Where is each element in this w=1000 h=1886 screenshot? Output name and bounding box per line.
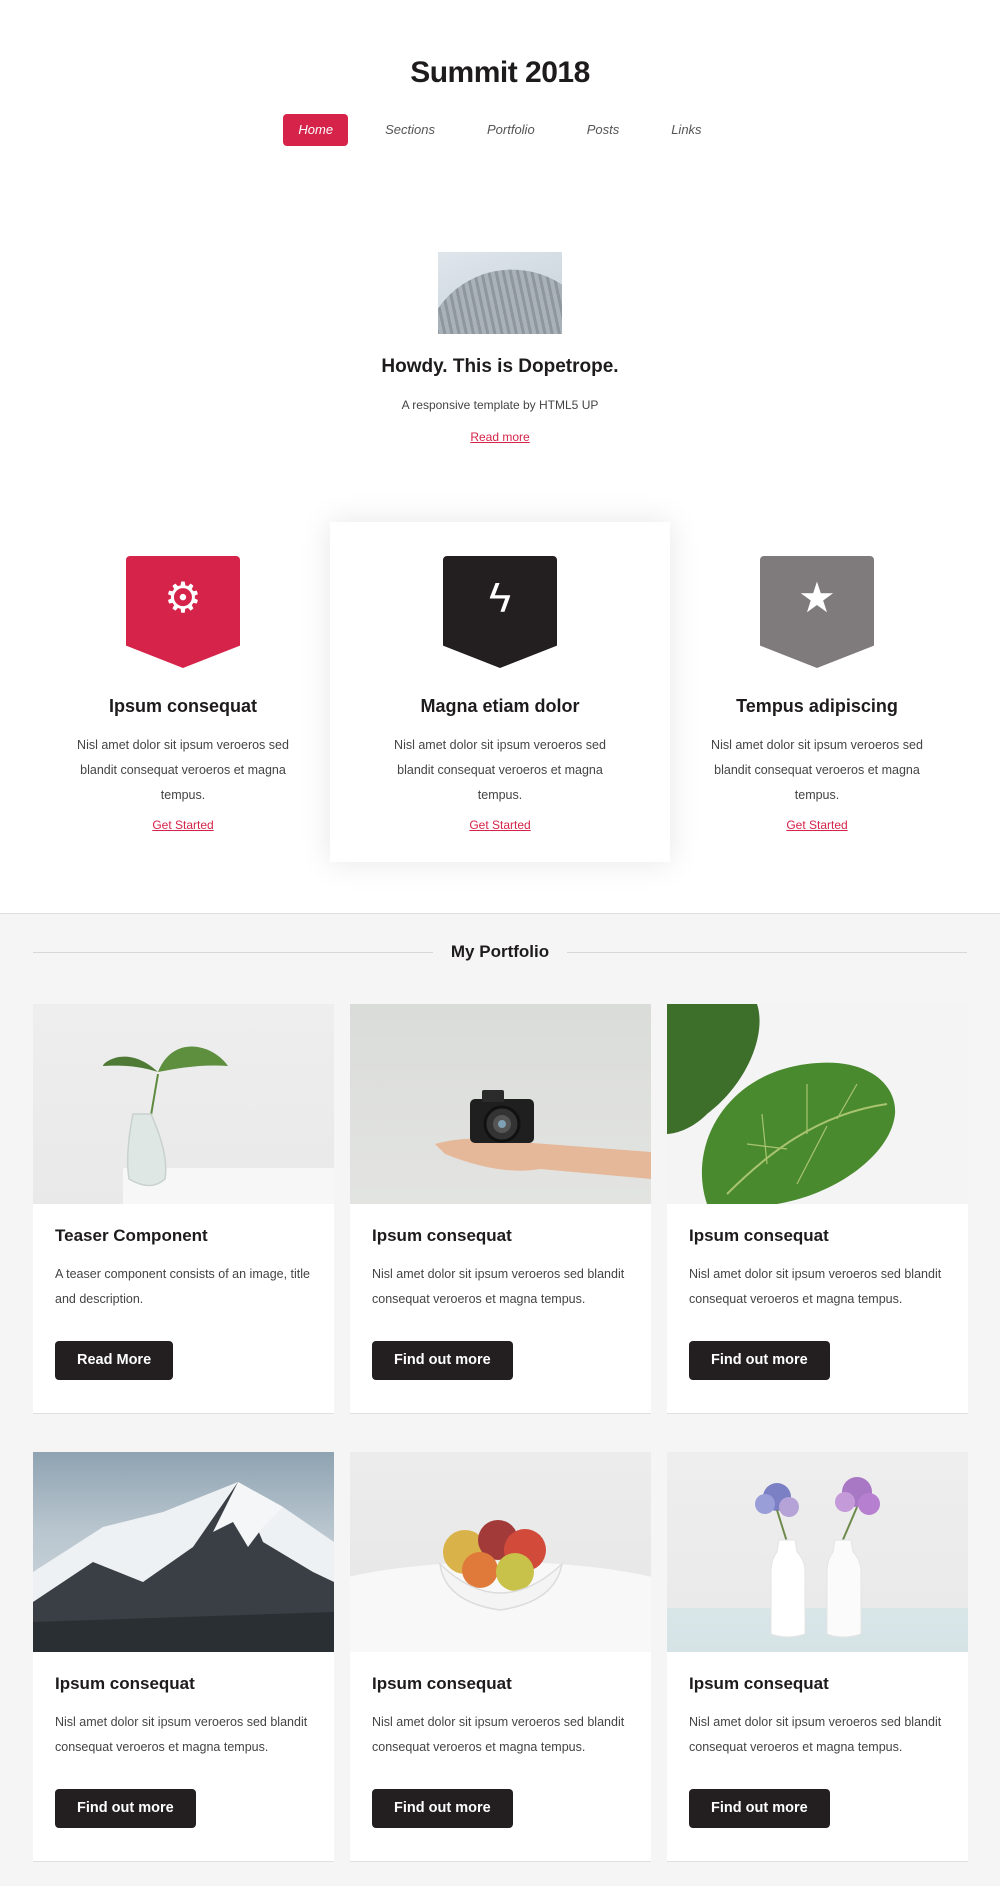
card-image[interactable] — [667, 1452, 968, 1652]
card-image[interactable] — [350, 1004, 651, 1204]
feature-title: Ipsum consequat — [108, 696, 258, 716]
get-started-link[interactable]: Get Started — [469, 818, 530, 832]
find-out-more-button[interactable]: Find out more — [689, 1341, 830, 1380]
site-title[interactable]: Summit 2018 — [0, 56, 1000, 90]
find-out-more-button[interactable]: Find out more — [372, 1789, 513, 1828]
card-title: Teaser Component — [55, 1226, 208, 1245]
card-image[interactable] — [350, 1452, 651, 1652]
hero-image — [438, 252, 562, 334]
card-text: Nisl amet dolor sit ipsum veroeros sed b… — [55, 1715, 308, 1754]
get-started-link[interactable]: Get Started — [152, 818, 213, 832]
card-text: Nisl amet dolor sit ipsum veroeros sed b… — [372, 1267, 625, 1306]
card-title: Ipsum consequat — [372, 1674, 512, 1693]
hero-subtitle: A responsive template by HTML5 UP — [401, 398, 599, 412]
card-image[interactable] — [33, 1004, 334, 1204]
feature-box: ⚙ Ipsum consequat Nisl amet dolor sit ip… — [13, 522, 353, 862]
get-started-link[interactable]: Get Started — [786, 818, 847, 832]
find-out-more-button[interactable]: Find out more — [372, 1341, 513, 1380]
portfolio-card: Teaser Component A teaser component cons… — [33, 1004, 334, 1414]
features-section: ⚙ Ipsum consequat Nisl amet dolor sit ip… — [0, 522, 1000, 862]
card-title: Ipsum consequat — [55, 1674, 195, 1693]
nav-item-sections[interactable]: Sections — [370, 114, 450, 146]
card-text: Nisl amet dolor sit ipsum veroeros sed b… — [689, 1715, 942, 1754]
nav-item-portfolio[interactable]: Portfolio — [472, 114, 550, 146]
portfolio-header: My Portfolio — [33, 942, 967, 962]
read-more-button[interactable]: Read More — [55, 1341, 174, 1380]
nav-item-links[interactable]: Links — [656, 114, 716, 146]
site-header: Summit 2018 Home Sections Portfolio Post… — [0, 0, 1000, 200]
feature-box: ϟ Magna etiam dolor Nisl amet dolor sit … — [330, 522, 670, 862]
feature-text: Nisl amet dolor sit ipsum veroeros sed b… — [77, 738, 289, 802]
portfolio-card: Ipsum consequat Nisl amet dolor sit ipsu… — [667, 1004, 968, 1414]
feature-box: ★ Tempus adipiscing Nisl amet dolor sit … — [647, 522, 987, 862]
feature-text: Nisl amet dolor sit ipsum veroeros sed b… — [711, 738, 923, 802]
nav-item-posts[interactable]: Posts — [572, 114, 635, 146]
feature-badge: ϟ — [443, 556, 557, 668]
card-text: Nisl amet dolor sit ipsum veroeros sed b… — [372, 1715, 625, 1754]
hero-title: Howdy. This is Dopetrope. — [381, 356, 619, 377]
card-image[interactable] — [667, 1004, 968, 1204]
card-title: Ipsum consequat — [689, 1674, 829, 1693]
card-title: Ipsum consequat — [689, 1226, 829, 1245]
portfolio-card: Ipsum consequat Nisl amet dolor sit ipsu… — [350, 1004, 651, 1414]
star-icon: ★ — [798, 574, 836, 621]
feature-title: Tempus adipiscing — [736, 696, 898, 716]
portfolio-card: Ipsum consequat Nisl amet dolor sit ipsu… — [667, 1452, 968, 1862]
portfolio-card: Ipsum consequat Nisl amet dolor sit ipsu… — [350, 1452, 651, 1862]
card-text: Nisl amet dolor sit ipsum veroeros sed b… — [689, 1267, 942, 1306]
feature-text: Nisl amet dolor sit ipsum veroeros sed b… — [394, 738, 606, 802]
feature-badge: ★ — [760, 556, 874, 668]
find-out-more-button[interactable]: Find out more — [689, 1789, 830, 1828]
portfolio-section: My Portfolio Teaser Component A teaser c… — [0, 913, 1000, 1886]
card-title: Ipsum consequat — [372, 1226, 512, 1245]
main-nav: Home Sections Portfolio Posts Links — [0, 114, 1000, 146]
feature-title: Magna etiam dolor — [420, 696, 580, 716]
gear-icon: ⚙ — [164, 574, 202, 621]
find-out-more-button[interactable]: Find out more — [55, 1789, 196, 1828]
portfolio-title: My Portfolio — [432, 942, 568, 961]
bolt-icon: ϟ — [488, 574, 512, 621]
nav-item-home[interactable]: Home — [283, 114, 349, 146]
card-text: A teaser component consists of an image,… — [55, 1267, 310, 1306]
hero-section: Howdy. This is Dopetrope. A responsive t… — [0, 252, 1000, 446]
feature-badge: ⚙ — [126, 556, 240, 668]
portfolio-card: Ipsum consequat Nisl amet dolor sit ipsu… — [33, 1452, 334, 1862]
card-image[interactable] — [33, 1452, 334, 1652]
read-more-link[interactable]: Read more — [470, 430, 529, 444]
